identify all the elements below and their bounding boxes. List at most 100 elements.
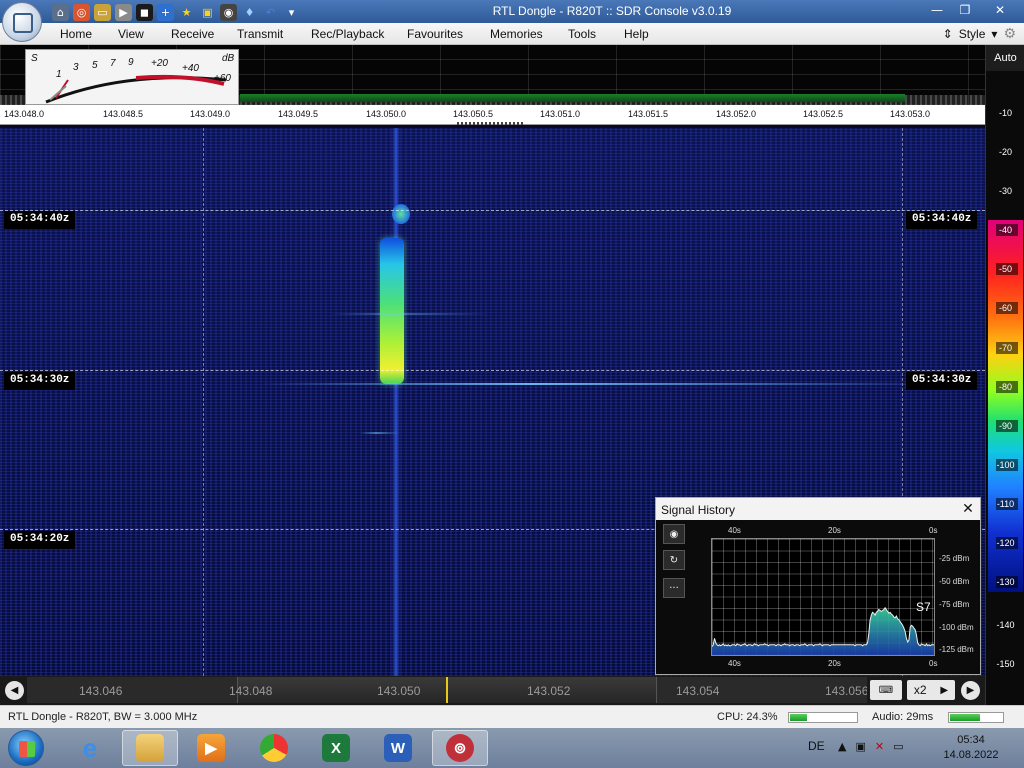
s-meter-tick: 5	[92, 60, 98, 71]
taskbar-excel[interactable]: X	[308, 730, 364, 766]
taskbar-chrome[interactable]	[246, 730, 302, 766]
more-options-icon[interactable]: ···	[663, 578, 685, 598]
signal-history-close-button[interactable]: ✕	[960, 500, 976, 516]
signal-history-plot: S7	[711, 538, 935, 656]
zoom-button[interactable]: x2 ▶	[907, 680, 955, 700]
scroll-right-button[interactable]: ▶	[961, 681, 980, 700]
auto-scale-button[interactable]: Auto	[986, 45, 1024, 71]
db-label: -140	[996, 620, 1015, 630]
s-reading: S7	[916, 600, 931, 614]
signal-history-area	[712, 607, 934, 655]
style-menu[interactable]: ⇕ Style ▾ ⚙	[943, 26, 1016, 42]
window-title: RTL Dongle - R820T :: SDR Console v3.0.1…	[492, 4, 732, 18]
history-time-label: 0s	[929, 659, 938, 668]
signal-history-titlebar[interactable]: Signal History	[656, 498, 980, 520]
clock[interactable]: 05:34 14.08.2022	[940, 733, 1002, 763]
display-icon[interactable]: ▭	[893, 740, 903, 753]
splitter-handle[interactable]	[457, 122, 523, 125]
s-meter: S dB 1 3 5 7 9 +20 +40 +60	[25, 49, 239, 105]
overview-label: 143.056	[825, 684, 867, 698]
time-gridline	[0, 370, 985, 371]
minimize-button[interactable]: —	[924, 0, 950, 20]
db-label: -50	[998, 264, 1012, 274]
show-hidden-icons-icon[interactable]: ▲	[838, 740, 846, 753]
db-label: -100	[996, 460, 1015, 470]
db-label: -20	[998, 147, 1012, 157]
usb-device-icon[interactable]: ▣	[855, 740, 865, 753]
menu-help[interactable]: Help	[624, 27, 649, 41]
s-meter-tick: +60	[214, 73, 231, 84]
title-bar: ⌂ ◎ ▭ ▶ ◼ + ★ ▣ ◉ ♦ ↶ ▾ RTL Dongle - R82…	[0, 0, 1024, 23]
taskbar-sdr-console[interactable]: ⊚	[432, 730, 488, 766]
history-dbm-label: -75 dBm	[939, 600, 970, 609]
signal-history-title: Signal History	[661, 503, 736, 517]
sdr-console-icon: ⊚	[446, 734, 474, 762]
signal-streak	[260, 383, 940, 385]
db-label: -80	[998, 382, 1012, 392]
chevron-right-icon: ▶	[940, 684, 949, 696]
frequency-scale[interactable]: 143.048.0 143.048.5 143.049.0 143.049.5 …	[0, 105, 985, 125]
audio-status: Audio: 29ms	[872, 711, 934, 723]
sort-icon: ⇕	[942, 27, 953, 41]
timestamp-label: 05:34:40z	[4, 211, 76, 229]
start-button[interactable]	[8, 730, 44, 766]
app-root: ⌂ ◎ ▭ ▶ ◼ + ★ ▣ ◉ ♦ ↶ ▾ RTL Dongle - R82…	[0, 0, 1024, 768]
record-icon[interactable]: ◉	[663, 524, 685, 544]
menu-memories[interactable]: Memories	[490, 27, 543, 41]
taskbar-explorer[interactable]	[122, 730, 178, 766]
db-label: -120	[996, 538, 1015, 548]
menu-view[interactable]: View	[118, 27, 144, 41]
audio-meter	[948, 712, 1004, 723]
chrome-icon	[260, 734, 288, 762]
db-label: -30	[998, 186, 1012, 196]
overview-label: 143.054	[676, 684, 720, 698]
signal-history-panel: Signal History ✕ ◉ ↻ ··· 40s 20s 0s S7 -…	[655, 497, 981, 675]
taskbar-ie[interactable]: e	[62, 730, 118, 766]
filter-edge-left[interactable]	[203, 128, 204, 676]
freq-tick: 143.050.5	[453, 109, 494, 119]
signal-streak	[360, 432, 400, 434]
zoom-label: x2	[913, 683, 927, 697]
scroll-left-button[interactable]: ◀	[5, 681, 24, 700]
device-status: RTL Dongle - R820T, BW = 3.000 MHz	[8, 711, 198, 723]
db-label: -60	[998, 303, 1012, 313]
freq-tick: 143.049.0	[190, 109, 231, 119]
spectrum-display[interactable]: S dB 1 3 5 7 9 +20 +40 +60	[0, 45, 985, 105]
menu-home[interactable]: Home	[60, 27, 92, 41]
taskbar-media-player[interactable]: ▶	[183, 730, 239, 766]
history-time-label: 40s	[728, 526, 741, 535]
app-menu-button[interactable]	[2, 2, 42, 42]
timestamp-label: 05:34:30z	[906, 372, 978, 390]
menu-transmit[interactable]: Transmit	[237, 27, 283, 41]
keyboard-icon[interactable]: ⌨	[870, 680, 902, 700]
clock-time: 05:34	[957, 734, 985, 746]
s-meter-tick: 1	[56, 69, 62, 80]
overview-bar: ◀ 143.046 143.048 143.050 143.052 143.05…	[0, 676, 985, 705]
freq-tick: 143.053.0	[890, 109, 931, 119]
language-indicator[interactable]: DE	[808, 739, 825, 753]
menu-receive[interactable]: Receive	[171, 27, 214, 41]
taskbar-word[interactable]: W	[370, 730, 426, 766]
history-time-label: 20s	[828, 659, 841, 668]
gear-icon[interactable]: ⚙	[1003, 26, 1016, 42]
windows-logo-icon	[19, 741, 35, 757]
db-scale[interactable]: Auto -10 -20 -30 -40 -50 -60 -70 -80 -90…	[985, 45, 1024, 705]
close-button[interactable]: ✕	[980, 0, 1020, 20]
freq-tick: 143.048.0	[4, 109, 45, 119]
band-overview[interactable]: 143.046 143.048 143.050 143.052 143.054 …	[27, 677, 867, 703]
network-icon[interactable]: ✕	[875, 740, 884, 753]
menu-rec-playback[interactable]: Rec/Playback	[311, 27, 384, 41]
freq-tick: 143.052.5	[803, 109, 844, 119]
overview-label: 143.048	[229, 684, 273, 698]
tuning-marker[interactable]	[446, 677, 448, 703]
cpu-status: CPU: 24.3%	[717, 711, 778, 723]
db-label: -90	[998, 421, 1012, 431]
timestamp-label: 05:34:30z	[4, 372, 76, 390]
cpu-meter	[788, 712, 858, 723]
menu-tools[interactable]: Tools	[568, 27, 596, 41]
history-time-label: 0s	[929, 526, 938, 535]
refresh-icon[interactable]: ↻	[663, 550, 685, 570]
freq-tick: 143.051.5	[628, 109, 669, 119]
maximize-button[interactable]: ❐	[952, 0, 978, 20]
menu-favourites[interactable]: Favourites	[407, 27, 463, 41]
